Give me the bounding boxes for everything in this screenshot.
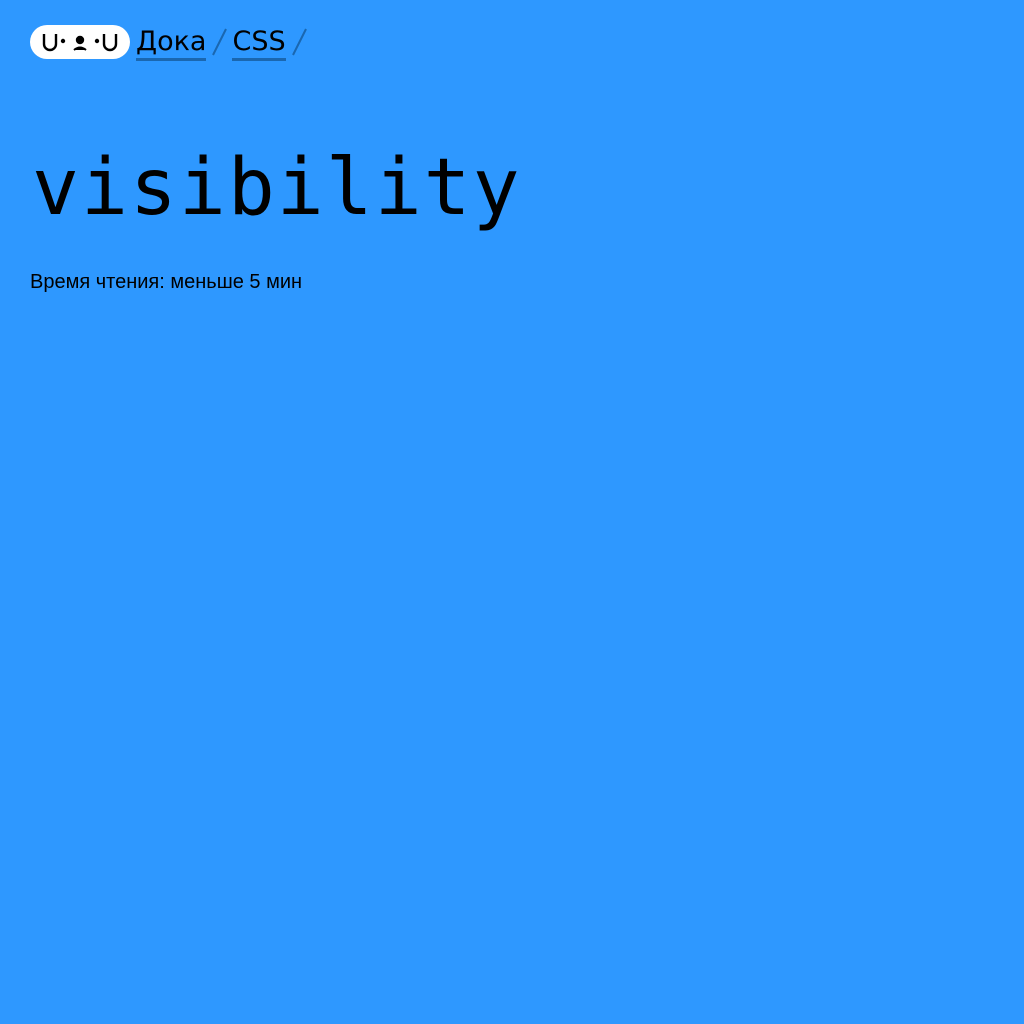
breadcrumb-link-doka[interactable]: Дока (136, 26, 207, 61)
slash-separator-icon (206, 25, 232, 59)
slash-separator-icon (286, 25, 312, 59)
breadcrumb: Дока CSS (30, 24, 312, 61)
reading-time: Время чтения: меньше 5 мин (30, 271, 303, 293)
doka-logo-icon (41, 30, 119, 54)
breadcrumb-link-css[interactable]: CSS (232, 26, 286, 61)
page: Дока CSS visibility Время чтения: меньше… (0, 0, 1024, 1024)
home-logo-link[interactable] (30, 25, 130, 59)
page-title: visibility (32, 143, 522, 233)
